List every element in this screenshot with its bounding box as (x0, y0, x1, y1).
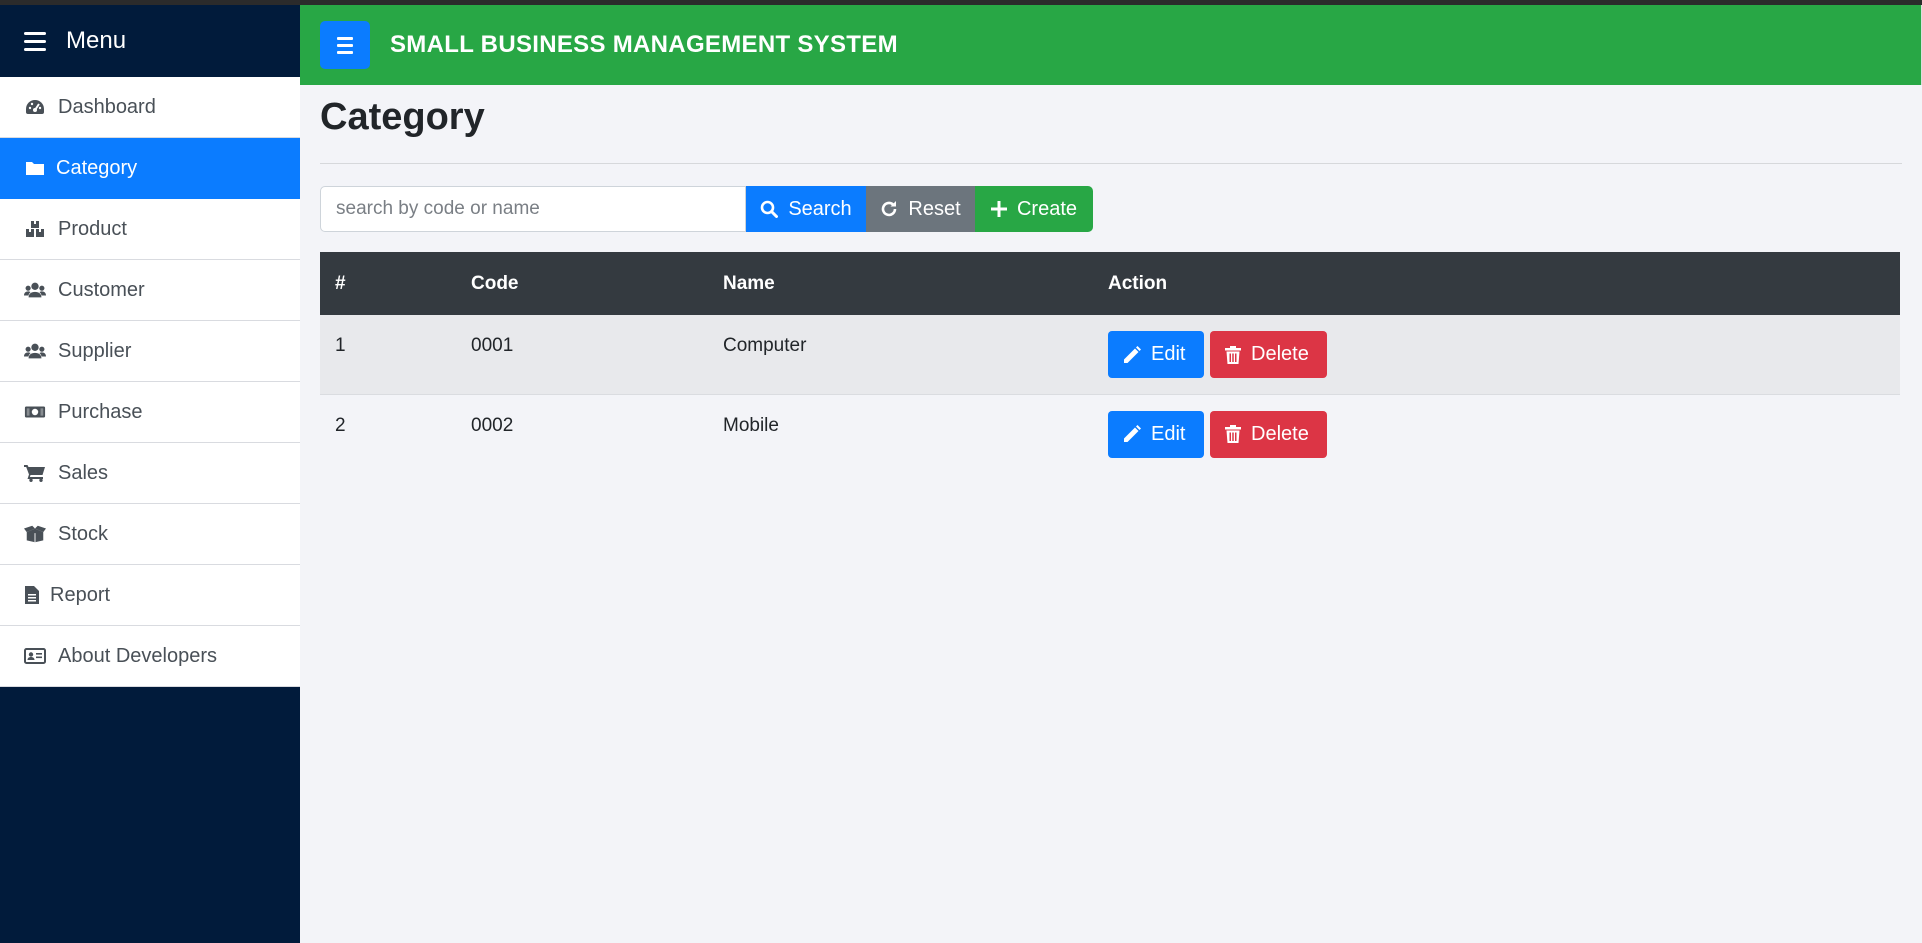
delete-button[interactable]: Delete (1210, 331, 1327, 378)
reset-button-label: Reset (908, 197, 961, 220)
sidebar-title: Menu (66, 27, 127, 54)
column-header-code: Code (471, 272, 519, 294)
table-row: 2 0002 Mobile Edit Delete (320, 394, 1900, 473)
search-button-label: Search (788, 197, 852, 220)
reset-button[interactable]: Reset (866, 186, 975, 232)
page-title: Category (320, 96, 485, 138)
delete-button[interactable]: Delete (1210, 410, 1327, 458)
trash-icon (1225, 425, 1241, 443)
money-bill-icon (24, 403, 46, 421)
sidebar-item-label: Report (50, 583, 111, 606)
create-button[interactable]: Create (975, 186, 1093, 232)
table-header-row: # Code Name Action (320, 252, 1900, 315)
sidebar-item-about-developers[interactable]: About Developers (0, 626, 300, 687)
sidebar-toggle-button[interactable] (320, 21, 370, 69)
sidebar-item-label: Customer (58, 278, 145, 301)
search-icon (760, 200, 779, 218)
row-actions: Edit Delete (1108, 395, 1885, 458)
table-row: 1 0001 Computer Edit Delete (320, 315, 1900, 394)
page-content: Category Search Reset Create (300, 93, 1922, 473)
sidebar-item-label: Purchase (58, 400, 143, 423)
shopping-cart-icon (24, 464, 46, 482)
edit-button[interactable]: Edit (1108, 410, 1204, 458)
column-header-name: Name (723, 272, 775, 294)
hamburger-icon (24, 31, 46, 51)
pencil-icon (1123, 345, 1141, 364)
box-open-icon (24, 525, 46, 543)
sidebar-item-label: Stock (58, 522, 109, 545)
gauge-icon (24, 98, 46, 116)
sidebar-item-label: Category (56, 156, 138, 179)
sidebar-item-label: Sales (58, 461, 109, 484)
folder-icon (24, 159, 46, 177)
row-number: 2 (335, 414, 346, 436)
column-header-action: Action (1108, 272, 1168, 294)
sidebar-header[interactable]: Menu (0, 5, 300, 77)
plus-icon (990, 201, 1007, 217)
sidebar-item-label: Dashboard (58, 95, 156, 118)
file-icon (24, 586, 40, 604)
create-button-label: Create (1016, 197, 1078, 220)
search-button[interactable]: Search (746, 186, 866, 232)
id-card-icon (24, 647, 46, 665)
delete-button-label: Delete (1251, 343, 1309, 365)
row-name: Mobile (723, 414, 779, 436)
search-bar: Search Reset Create (320, 186, 1902, 232)
divider (320, 163, 1902, 164)
delete-button-label: Delete (1251, 422, 1309, 445)
sidebar-item-label: About Developers (58, 644, 217, 667)
row-name: Computer (723, 335, 807, 356)
sidebar-item-category[interactable]: Category (0, 138, 300, 199)
row-code: 0002 (471, 414, 514, 436)
users-icon (24, 281, 46, 299)
sidebar-item-label: Supplier (58, 339, 132, 362)
main-area: SMALL BUSINESS MANAGEMENT SYSTEM Categor… (300, 5, 1922, 943)
row-code: 0001 (471, 335, 514, 356)
column-header-number: # (335, 272, 346, 294)
sidebar-item-product[interactable]: Product (0, 199, 300, 260)
search-input[interactable] (320, 186, 746, 232)
edit-button-label: Edit (1151, 422, 1186, 445)
sidebar-item-dashboard[interactable]: Dashboard (0, 77, 300, 138)
pencil-icon (1123, 425, 1141, 443)
row-actions: Edit Delete (1108, 315, 1885, 378)
app-brand: SMALL BUSINESS MANAGEMENT SYSTEM (390, 31, 898, 58)
top-navbar: SMALL BUSINESS MANAGEMENT SYSTEM (300, 5, 1922, 85)
refresh-icon (880, 200, 898, 218)
trash-icon (1225, 345, 1241, 364)
sidebar-item-sales[interactable]: Sales (0, 443, 300, 504)
sidebar-item-customer[interactable]: Customer (0, 260, 300, 321)
sidebar-item-report[interactable]: Report (0, 565, 300, 626)
row-number: 1 (335, 335, 346, 356)
sidebar-item-stock[interactable]: Stock (0, 504, 300, 565)
boxes-icon (24, 220, 46, 238)
users-icon (24, 342, 46, 360)
sidebar-item-purchase[interactable]: Purchase (0, 382, 300, 443)
edit-button[interactable]: Edit (1108, 331, 1204, 378)
edit-button-label: Edit (1151, 343, 1186, 365)
sidebar: Menu Dashboard Category Product Customer… (0, 5, 300, 943)
sidebar-item-label: Product (58, 217, 127, 240)
sidebar-item-supplier[interactable]: Supplier (0, 321, 300, 382)
category-table: # Code Name Action 1 0001 Computer Edit … (320, 252, 1900, 473)
